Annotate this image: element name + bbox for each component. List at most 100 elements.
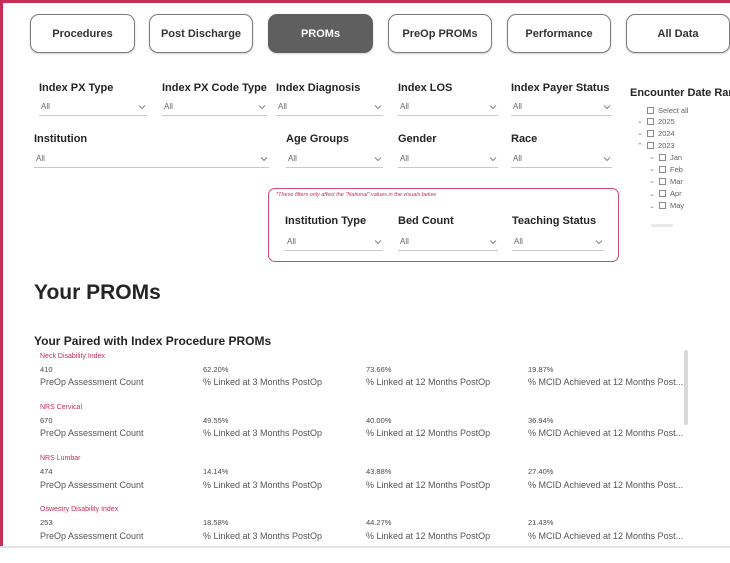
dropdown-value: All [288,154,297,163]
accent-bar-top [0,0,730,3]
metric-caption-count: PreOp Assessment Count [40,531,144,541]
dropdown-value: All [400,102,409,111]
section-subtitle: Your Paired with Index Procedure PROMs [34,334,272,348]
dropdown-value: All [41,102,50,111]
chevron-down-icon[interactable]: ⌄ [649,178,655,185]
dropdown-value: All [400,237,409,246]
dropdown-value: All [513,154,522,163]
dropdown-race[interactable]: All [511,150,612,168]
metric-value-3m: 49.55% [203,416,229,425]
metric-value-12m: 40.00% [366,416,392,425]
date-item-select-all[interactable]: Select all [647,106,688,115]
date-item-2023[interactable]: 2023 [647,141,675,150]
metric-caption-3m: % Linked at 3 Months PostOp [203,377,323,387]
metric-value-count: 670 [40,416,53,425]
date-item-label: May [670,201,685,210]
metric-value-mcid: 19.87% [528,365,554,374]
metric-caption-count: PreOp Assessment Count [40,377,144,387]
checkbox-icon [659,190,666,197]
tab-performance[interactable]: Performance [507,14,611,53]
chevron-down-icon [374,239,382,244]
metric-caption-12m: % Linked at 12 Months PostOp [366,377,491,387]
chevron-down-icon[interactable]: ⌄ [637,130,643,137]
dropdown-index-diagnosis[interactable]: All [276,98,383,116]
dashboard-frame: Procedures Post Discharge PROMs PreOp PR… [0,0,730,563]
date-item-apr[interactable]: Apr [659,189,682,198]
filter-label-teaching-status: Teaching Status [512,215,597,227]
tab-post-discharge[interactable]: Post Discharge [149,14,253,53]
date-item-2024[interactable]: 2024 [647,129,675,138]
metric-value-mcid: 36.94% [528,416,554,425]
dropdown-gender[interactable]: All [398,150,498,168]
checkbox-icon [659,166,666,173]
filter-label-bed-count: Bed Count [398,215,454,227]
chevron-down-icon [489,104,497,109]
dropdown-value: All [36,154,45,163]
chevron-down-icon [603,156,611,161]
dropdown-index-los[interactable]: All [398,98,498,116]
metric-value-3m: 18.58% [203,518,229,527]
dropdown-value: All [514,237,523,246]
dropdown-bed-count[interactable]: All [398,233,498,251]
date-item-feb[interactable]: Feb [659,165,683,174]
metric-caption-12m: % Linked at 12 Months PostOp [366,428,491,438]
dropdown-index-payer-status[interactable]: All [511,98,612,116]
chevron-down-icon [374,156,382,161]
dropdown-index-px-type[interactable]: All [39,98,147,116]
chevron-down-icon[interactable]: ⌄ [637,118,643,125]
date-item-jan[interactable]: Jan [659,153,682,162]
date-item-2025[interactable]: 2025 [647,117,675,126]
dropdown-teaching-status[interactable]: All [512,233,604,251]
chevron-down-icon[interactable]: ⌄ [649,203,655,210]
chevron-down-icon[interactable]: ⌄ [649,191,655,198]
dropdown-age-groups[interactable]: All [286,150,383,168]
date-item-label: 2024 [658,129,675,138]
tab-all-data[interactable]: All Data [626,14,730,53]
date-item-label: 2023 [658,141,675,150]
date-item-label: Mar [670,177,683,186]
metrics-scrollbar[interactable] [684,350,688,425]
dropdown-value: All [164,102,173,111]
metric-caption-count: PreOp Assessment Count [40,428,144,438]
chevron-down-icon [138,104,146,109]
metric-value-mcid: 27.40% [528,467,554,476]
metric-caption-mcid: % MCID Achieved at 12 Months Post... [528,531,684,541]
metric-caption-3m: % Linked at 3 Months PostOp [203,428,323,438]
metric-title: Neck Disability Index [40,353,105,360]
dropdown-institution[interactable]: All [34,150,269,168]
tab-preop-proms[interactable]: PreOp PROMs [388,14,492,53]
metric-caption-3m: % Linked at 3 Months PostOp [203,531,323,541]
chevron-down-icon[interactable]: ⌄ [649,154,655,161]
tab-proms[interactable]: PROMs [268,14,373,53]
checkbox-icon [659,202,666,209]
date-item-label: Apr [670,189,682,198]
metric-value-count: 253 [40,518,53,527]
metric-caption-12m: % Linked at 12 Months PostOp [366,531,491,541]
dropdown-index-px-code-type[interactable]: All [162,98,267,116]
metric-value-count: 410 [40,365,53,374]
dropdown-institution-type[interactable]: All [285,233,383,251]
date-item-label: Jan [670,153,683,162]
date-item-label: Select all [658,106,689,115]
chevron-down-icon[interactable]: ⌄ [649,166,655,173]
metric-caption-count: PreOp Assessment Count [40,480,144,490]
metric-caption-3m: % Linked at 3 Months PostOp [203,480,323,490]
tab-label: Post Discharge [160,27,242,40]
filter-label-institution-type: Institution Type [285,215,367,227]
metric-title: Oswestry Disability Index [40,506,119,513]
dropdown-value: All [278,102,287,111]
metric-title: NRS Cervical [40,404,83,411]
date-item-may[interactable]: May [659,201,684,210]
metric-caption-mcid: % MCID Achieved at 12 Months Post... [528,377,684,387]
metric-caption-12m: % Linked at 12 Months PostOp [366,480,491,490]
filter-label-index-payer-status: Index Payer Status [511,82,610,94]
date-item-mar[interactable]: Mar [659,177,683,186]
metric-caption-mcid: % MCID Achieved at 12 Months Post... [528,480,684,490]
filter-label-gender: Gender [398,133,437,145]
tab-procedures[interactable]: Procedures [30,14,135,53]
filter-label-race: Race [511,133,538,145]
metric-caption-mcid: % MCID Achieved at 12 Months Post... [528,428,684,438]
date-range-scrollbar[interactable] [651,224,673,227]
chevron-up-icon[interactable]: ⌃ [637,143,643,150]
filter-label-index-px-code-type: Index PX Code Type [162,82,267,94]
